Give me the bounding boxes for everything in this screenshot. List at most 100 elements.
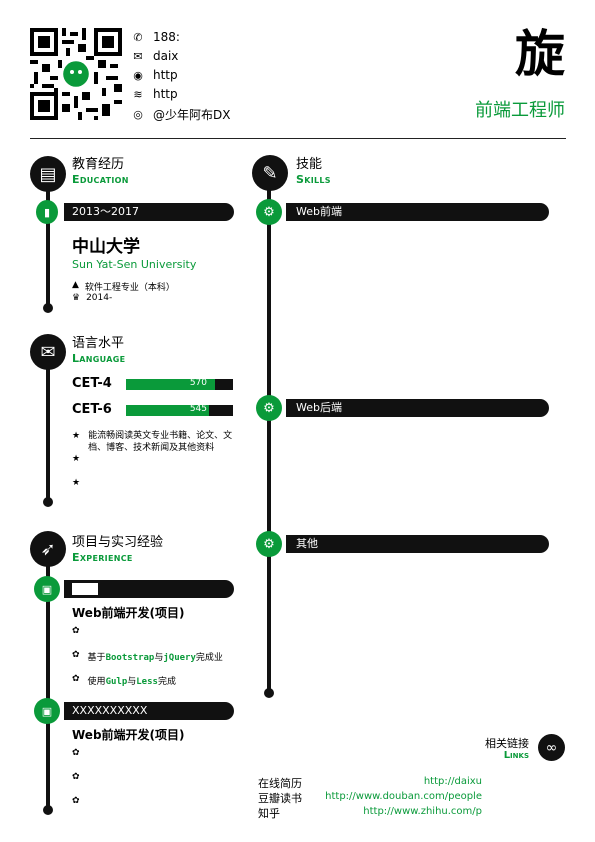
skills-title: 技能 bbox=[296, 157, 323, 172]
education-title-en: Education bbox=[72, 173, 129, 186]
graduation-cap-icon: ▲ bbox=[72, 280, 79, 290]
gear-icon: ✿ bbox=[72, 772, 80, 782]
link-label: 在线简历 bbox=[258, 777, 302, 790]
major-row: ▲ 软件工程专业（本科） bbox=[72, 280, 175, 293]
links-title-en: Links bbox=[503, 750, 529, 761]
star-icon: ★ bbox=[72, 431, 81, 441]
language-title: 语言水平 bbox=[72, 336, 125, 351]
rocket-icon: ➶ bbox=[30, 531, 66, 567]
phone-icon: ✆ bbox=[133, 30, 143, 44]
link-url[interactable]: http://www.douban.com/people bbox=[325, 791, 482, 802]
gears-icon: ⚙ bbox=[256, 199, 282, 225]
skills-timeline bbox=[267, 178, 271, 690]
contact-text[interactable]: http bbox=[153, 68, 178, 82]
bullet-text: 基于Bootstrap与jQuery完成业 bbox=[87, 653, 223, 663]
contact-row: ✉ daix bbox=[131, 49, 241, 63]
project-bullet: ✿ 使用Gulp与Less完成 bbox=[72, 674, 176, 687]
skill-bar: Web后端 bbox=[286, 399, 549, 417]
rss-icon: ≋ bbox=[133, 87, 143, 101]
education-title: 教育经历 bbox=[72, 157, 125, 172]
chat-icon: ✉ bbox=[30, 334, 66, 370]
job-title: 前端工程师 bbox=[475, 100, 565, 121]
chain-link-icon: ∞ bbox=[538, 734, 565, 761]
link-label: 豆瓣读书 bbox=[258, 792, 302, 805]
gears-icon: ⚙ bbox=[256, 395, 282, 421]
project-bullet: ✿ bbox=[72, 748, 88, 758]
star-icon: ★ bbox=[72, 478, 81, 488]
bullet-text: 能流畅阅读英文专业书籍、论文、文档、博客、技术新闻及其他资料 bbox=[88, 431, 233, 453]
test-name: CET-6 bbox=[72, 402, 112, 417]
book-icon: ▤ bbox=[30, 156, 66, 192]
github-icon: ◉ bbox=[133, 68, 143, 82]
contact-text[interactable]: 188: bbox=[153, 30, 180, 44]
skills-title-en: Skills bbox=[296, 173, 331, 186]
project-title: Web前端开发(项目) bbox=[72, 606, 185, 620]
skill-bar: 其他 bbox=[286, 535, 549, 553]
link-url[interactable]: http://daixu bbox=[424, 776, 482, 787]
contact-row: ≋ http bbox=[131, 87, 241, 101]
language-bullet: ★ bbox=[72, 453, 237, 465]
star-icon: ★ bbox=[72, 454, 81, 464]
language-end-dot bbox=[43, 497, 53, 507]
links-title: 相关链接 bbox=[485, 737, 529, 750]
gear-icon: ✿ bbox=[72, 674, 80, 684]
skill-bar-label: Web后端 bbox=[296, 401, 342, 414]
language-title-en: Language bbox=[72, 352, 126, 365]
skill-bar-label: 其他 bbox=[296, 537, 318, 550]
skills-end-dot bbox=[264, 688, 274, 698]
bullet-text: 使用Gulp与Less完成 bbox=[87, 677, 176, 687]
experience-bar-blank bbox=[72, 583, 98, 595]
contact-text[interactable]: @少年阿布DX bbox=[153, 106, 230, 123]
experience-bar-text: XXXXXXXXXX bbox=[72, 704, 148, 717]
briefcase-icon: ▣ bbox=[34, 698, 60, 724]
education-timeline bbox=[46, 178, 50, 308]
experience-title: 项目与实习经验 bbox=[72, 535, 164, 550]
language-bullet: ★ 能流畅阅读英文专业书籍、论文、文档、博客、技术新闻及其他资料 bbox=[72, 430, 237, 454]
bookmark-icon: ▮ bbox=[36, 200, 58, 224]
skill-bar: Web前端 bbox=[286, 203, 549, 221]
project-title: Web前端开发(项目) bbox=[72, 728, 185, 742]
experience-bar bbox=[64, 580, 234, 598]
project-bullet: ✿ bbox=[72, 772, 88, 782]
skill-bar-label: Web前端 bbox=[296, 205, 342, 218]
experience-title-en: Experience bbox=[72, 551, 133, 564]
link-label: 知乎 bbox=[258, 807, 280, 820]
contact-text[interactable]: http bbox=[153, 87, 178, 101]
language-bullet: ★ bbox=[72, 477, 237, 489]
score-value: 545 bbox=[189, 404, 207, 414]
experience-end-dot bbox=[43, 805, 53, 815]
gear-icon: ✿ bbox=[72, 796, 80, 806]
trophy-icon: ♛ bbox=[72, 293, 81, 303]
major-text: 软件工程专业（本科） bbox=[84, 283, 175, 293]
contact-text[interactable]: daix bbox=[153, 49, 178, 63]
education-end-dot bbox=[43, 303, 53, 313]
gear-icon: ✿ bbox=[72, 748, 80, 758]
test-name: CET-4 bbox=[72, 376, 112, 391]
education-period-bar: 2013～2017 bbox=[64, 203, 234, 221]
school-name: 中山大学 bbox=[72, 237, 140, 257]
name-char: 旋 bbox=[515, 24, 565, 83]
gears-icon: ⚙ bbox=[256, 531, 282, 557]
project-bullet: ✿ 基于Bootstrap与jQuery完成业 bbox=[72, 650, 223, 663]
education-period: 2013～2017 bbox=[72, 205, 139, 218]
project-bullet: ✿ bbox=[72, 626, 88, 636]
award-text: 2014- bbox=[86, 293, 113, 303]
contact-row: ◉ http bbox=[131, 68, 241, 82]
contact-row: ◎ @少年阿布DX bbox=[131, 106, 241, 123]
score-bar: 570 bbox=[126, 378, 233, 390]
header-divider bbox=[30, 138, 566, 139]
project-bullet: ✿ bbox=[72, 796, 88, 806]
language-timeline bbox=[46, 352, 50, 502]
mail-icon: ✉ bbox=[133, 49, 143, 63]
gear-icon: ✿ bbox=[72, 650, 80, 660]
weibo-icon: ◎ bbox=[133, 108, 143, 121]
award-row: ♛ 2014- bbox=[72, 293, 112, 303]
score-bar: 545 bbox=[126, 404, 233, 416]
school-name-en: Sun Yat-Sen University bbox=[72, 258, 197, 271]
qr-code bbox=[30, 28, 122, 120]
gear-icon: ✿ bbox=[72, 626, 80, 636]
contact-row: ✆ 188: bbox=[131, 30, 241, 44]
experience-bar: XXXXXXXXXX bbox=[64, 702, 234, 720]
link-url[interactable]: http://www.zhihu.com/p bbox=[363, 806, 482, 817]
wrench-icon: ✎ bbox=[252, 155, 288, 191]
